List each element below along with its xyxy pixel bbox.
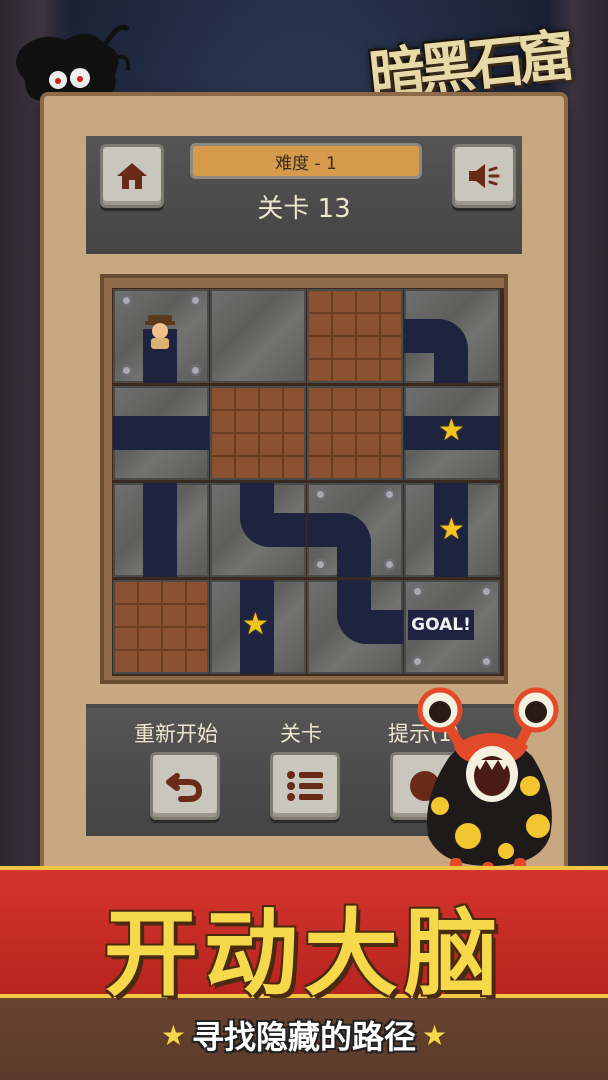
sound-button[interactable] [452, 144, 516, 208]
tile-path [337, 610, 403, 644]
goal-label: GOAL! [408, 610, 474, 640]
screw-icon [315, 489, 326, 500]
tile[interactable]: ★ [404, 483, 500, 577]
tile[interactable]: ★ [404, 386, 500, 480]
tile[interactable] [210, 289, 306, 383]
tile[interactable] [113, 483, 209, 577]
tile[interactable] [210, 483, 306, 577]
level-title: 关卡 13 [257, 194, 351, 224]
screw-icon [481, 586, 492, 597]
monster-character [417, 687, 559, 884]
screw-icon [121, 295, 132, 306]
screw-icon [412, 586, 423, 597]
home-button[interactable] [100, 144, 164, 208]
star-icon: ★ [422, 1018, 448, 1052]
tile-empty [307, 386, 403, 480]
explorer-character-icon [145, 315, 175, 349]
tile-path [113, 416, 209, 450]
levels-button[interactable] [270, 752, 340, 820]
tile-path [434, 319, 468, 383]
list-icon [287, 771, 323, 801]
difficulty-bar: 难度 - 1 [190, 143, 422, 179]
star-icon: ★ [438, 413, 465, 448]
screw-icon [190, 365, 201, 376]
star-icon: ★ [160, 1018, 186, 1052]
subtitle-row: ★ 寻找隐藏的路径 ★ [0, 1012, 608, 1058]
tile-empty [210, 386, 306, 480]
tile-path [143, 483, 177, 577]
screw-icon [412, 656, 423, 667]
screw-icon [121, 365, 132, 376]
tile-path [240, 513, 306, 547]
levels-label: 关卡 [280, 722, 322, 746]
tile[interactable] [113, 386, 209, 480]
star-icon: ★ [242, 607, 269, 642]
tile-empty [307, 289, 403, 383]
difficulty-label: 难度 - 1 [275, 153, 337, 174]
tile-start[interactable] [113, 289, 209, 383]
tile-empty [113, 580, 209, 674]
speaker-icon [469, 164, 500, 188]
tile[interactable]: ★ [210, 580, 306, 674]
screw-icon [315, 559, 326, 570]
banner-title: 开动大脑 [103, 900, 504, 1009]
screw-icon [481, 656, 492, 667]
banner-subtitle: 寻找隐藏的路径 [191, 1018, 416, 1056]
screw-icon [384, 489, 395, 500]
tile-path [337, 513, 371, 577]
undo-icon [166, 773, 203, 802]
restart-label: 重新开始 [134, 722, 218, 746]
tile[interactable] [404, 289, 500, 383]
tile[interactable] [307, 483, 403, 577]
home-icon [117, 163, 147, 189]
tile[interactable] [307, 580, 403, 674]
restart-button[interactable] [150, 752, 220, 820]
screw-icon [384, 559, 395, 570]
screw-icon [190, 295, 201, 306]
star-icon: ★ [438, 512, 465, 547]
